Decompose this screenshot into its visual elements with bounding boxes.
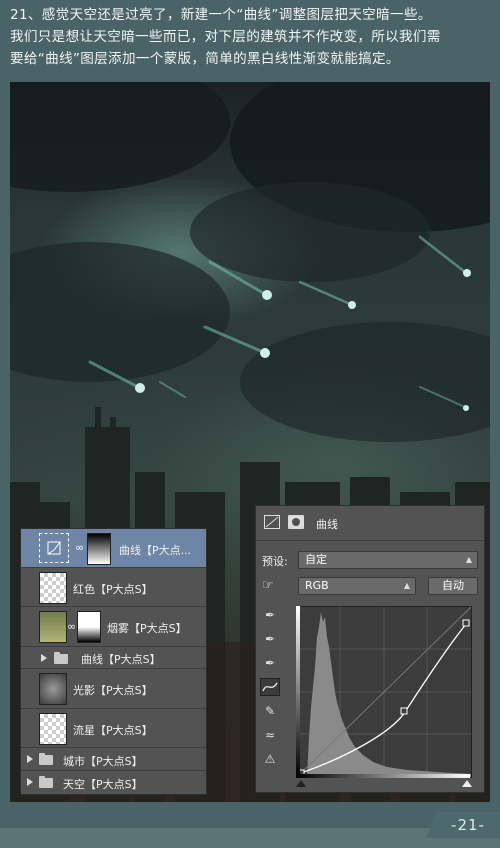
input-gradient-bar — [296, 774, 470, 778]
panel-header: 曲线 — [256, 506, 484, 541]
folder-icon — [39, 753, 53, 765]
curves-graph-canvas — [296, 606, 472, 778]
layer-row-meteor[interactable]: 流星【P大点S】 — [21, 709, 206, 748]
layer-row-curves-group[interactable]: 曲线【P大点S】 — [21, 647, 206, 669]
white-point-slider[interactable] — [462, 780, 472, 787]
layer-thumb — [39, 673, 67, 705]
adjustment-thumb — [39, 533, 69, 563]
clipping-warning-icon[interactable]: ⚠ — [260, 750, 280, 768]
mask-thumb[interactable] — [77, 611, 101, 643]
pencil-icon[interactable]: ✎ — [260, 702, 280, 720]
curves-adjust-icon[interactable] — [264, 515, 280, 529]
updown-arrow-icon: ▲ — [465, 555, 472, 564]
layer-row-light[interactable]: 光影【P大点S】 — [21, 669, 206, 709]
layer-name: 红色【P大点S】 — [73, 583, 153, 596]
caption-line-3: 要给“曲线”图层添加一个蒙版，简单的黑白线性渐变就能搞定。 — [10, 51, 400, 67]
layer-name: 烟雾【P大点S】 — [107, 622, 187, 635]
curve-point-tool-icon[interactable] — [260, 678, 280, 696]
layer-name: 城市【P大点S】 — [63, 755, 143, 768]
layer-row-city[interactable]: 城市【P大点S】 — [21, 748, 206, 771]
eyedropper-gray-icon[interactable]: ✒ — [260, 630, 280, 648]
footer-bar — [0, 828, 500, 848]
curves-properties-panel: 曲线 预设: 自定 ▲ ☞ RGB ▲ 自动 ✒ ✒ ✒ ✎ ≈ ⚠ — [255, 505, 485, 793]
layer-name: 流星【P大点S】 — [73, 724, 153, 737]
mask-thumb[interactable] — [87, 533, 111, 565]
layer-thumb — [39, 713, 67, 745]
auto-button[interactable]: 自动 — [428, 577, 478, 595]
layer-name: 曲线【P大点... — [119, 544, 192, 557]
tutorial-caption: 21、感觉天空还是过亮了，新建一个“曲线”调整图层把天空暗一些。 我们只是想让天… — [10, 4, 494, 70]
layer-name: 曲线【P大点S】 — [81, 653, 161, 666]
layer-row-red[interactable]: 红色【P大点S】 — [21, 568, 206, 607]
output-gradient-bar — [296, 606, 300, 776]
expand-arrow-icon[interactable] — [27, 755, 33, 763]
preset-value: 自定 — [305, 553, 327, 566]
expand-arrow-icon[interactable] — [41, 654, 47, 662]
curves-graph[interactable] — [296, 606, 472, 778]
layer-name: 光影【P大点S】 — [73, 684, 153, 697]
layer-thumb — [39, 611, 67, 643]
caption-line-2: 我们只是想让天空暗一些而已，对下层的建筑并不作改变，所以我们需 — [10, 29, 441, 45]
layer-row-smoke[interactable]: ∞ 烟雾【P大点S】 — [21, 607, 206, 647]
folder-icon — [39, 776, 53, 788]
channel-value: RGB — [305, 579, 329, 592]
expand-arrow-icon[interactable] — [27, 778, 33, 786]
hand-target-icon[interactable]: ☞ — [262, 578, 274, 593]
caption-line-1: 21、感觉天空还是过亮了，新建一个“曲线”调整图层把天空暗一些。 — [10, 7, 432, 23]
updown-arrow-icon: ▲ — [403, 581, 410, 590]
link-icon: ∞ — [67, 620, 77, 633]
page-number: -21- — [426, 812, 500, 838]
channel-dropdown[interactable]: RGB ▲ — [298, 577, 416, 595]
layer-name: 天空【P大点S】 — [63, 778, 143, 791]
layer-row-curves-selected[interactable]: ∞ 曲线【P大点... — [21, 529, 206, 568]
eyedropper-black-icon[interactable]: ✒ — [260, 606, 280, 624]
mask-icon[interactable] — [288, 515, 304, 529]
layers-panel: ∞ 曲线【P大点... 红色【P大点S】 ∞ 烟雾【P大点S】 曲线【P大点S】… — [20, 528, 207, 795]
black-point-slider[interactable] — [296, 780, 306, 787]
curves-icon — [47, 541, 61, 555]
link-icon: ∞ — [75, 541, 85, 554]
folder-icon — [54, 652, 68, 664]
layer-row-sky[interactable]: 天空【P大点S】 — [21, 771, 206, 794]
panel-title: 曲线 — [316, 518, 338, 531]
eyedropper-white-icon[interactable]: ✒ — [260, 654, 280, 672]
layer-thumb — [39, 572, 67, 604]
preset-label: 预设: — [262, 555, 288, 568]
smooth-icon[interactable]: ≈ — [260, 726, 280, 744]
preset-dropdown[interactable]: 自定 ▲ — [298, 551, 478, 569]
